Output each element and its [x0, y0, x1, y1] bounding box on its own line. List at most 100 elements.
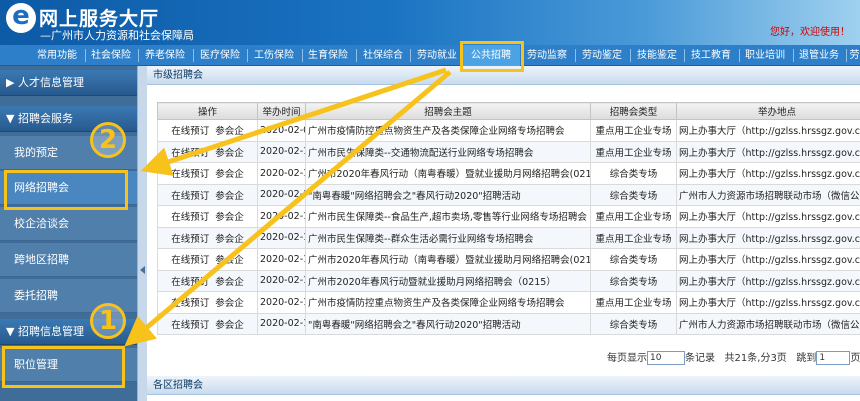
nav-maternity[interactable]: 生育保险: [305, 45, 351, 66]
book-online-link[interactable]: 在线预订: [171, 126, 209, 137]
per-page-label: 每页显示: [607, 353, 647, 364]
cell-theme: 广州市2020年春风行动（南粤春暖）暨就业援助月网络招聘会(0212): [305, 162, 591, 185]
join-company-link[interactable]: 参会企: [215, 212, 244, 223]
sidebar-splitter[interactable]: [137, 66, 147, 401]
cell-theme: "南粤春暖"网络招聘会之"春风行动2020"招聘活动: [305, 183, 591, 206]
nav-public-recruitment[interactable]: 公共招聘: [462, 45, 520, 66]
nav-common[interactable]: 常用功能: [32, 45, 82, 66]
book-online-link[interactable]: 在线预订: [171, 320, 209, 331]
cell-place: 网上办事大厅（http://gzlss.hrssgz.gov.cn/cas: [676, 269, 860, 292]
book-online-link[interactable]: 在线预订: [171, 277, 209, 288]
cell-date: 2020-02-19: [257, 312, 306, 335]
jump-label: 跳到: [796, 353, 817, 364]
book-online-link[interactable]: 在线预订: [171, 148, 209, 159]
top-nav: 常用功能 社会保险 养老保险 医疗保险 工伤保险 生育保险 社保综合 劳动就业 …: [0, 45, 860, 66]
join-company-link[interactable]: 参会企: [215, 169, 244, 180]
table-row: 在线预订参会企 2020-02-19"南粤春暖"网络招聘会之"春风行动2020"招…: [157, 312, 860, 335]
logo-e-icon: e: [6, 3, 36, 33]
book-online-link[interactable]: 在线预订: [171, 255, 209, 266]
nav-technical-education[interactable]: 技工教育: [688, 45, 734, 66]
cell-date: 2020-02-15: [257, 269, 306, 292]
join-company-link[interactable]: 参会企: [215, 234, 244, 245]
cell-theme: "南粤春暖"网络招聘会之"春风行动2020"招聘活动: [305, 312, 591, 335]
join-company-link[interactable]: 参会企: [215, 320, 244, 331]
sidebar-item-position-manage[interactable]: 职位管理: [0, 348, 137, 382]
nav-work-injury[interactable]: 工伤保险: [251, 45, 297, 66]
table-row: 在线预订参会企2020-02-12"南粤春暖"网络招聘会之"春风行动2020"招…: [157, 183, 860, 206]
collapse-arrow-icon[interactable]: [140, 266, 145, 274]
step-badge-2: 2: [90, 122, 126, 158]
cell-date: 2020-02-18: [257, 291, 306, 314]
cell-theme: 广州市民生保障类--群众生活必需行业网络专场招聘会: [305, 226, 591, 249]
app-header: e 网上服务大厅 —广州市人力资源和社会保障局 您好，欢迎使用！: [0, 0, 860, 45]
cell-action: 在线预订 参会企: [157, 205, 258, 228]
step-badge-1: 1: [90, 303, 126, 339]
sidebar-item-cross-region[interactable]: 跨地区招聘: [0, 243, 137, 277]
book-online-link[interactable]: 在线预订: [171, 169, 209, 180]
col-action: 操作: [157, 102, 258, 120]
sidebar-item-school-enterprise[interactable]: 校企洽谈会: [0, 207, 137, 241]
cell-type: 重点用工企业专场: [590, 140, 677, 163]
cell-type: 重点用工企业专场: [590, 205, 677, 228]
nav-social-insurance[interactable]: 社会保险: [88, 45, 134, 66]
sidebar-section-talent-info[interactable]: ▶ 人才信息管理: [0, 70, 137, 96]
cell-action: 在线预订 参会企: [157, 140, 258, 163]
cell-place: 网上办事大厅（http://gzlss.hrssgz.gov.cn/cas: [676, 226, 860, 249]
nav-employment[interactable]: 劳动就业: [414, 45, 460, 66]
join-company-link[interactable]: 参会企: [215, 126, 244, 137]
cell-type: 综合类专场: [590, 312, 677, 335]
sidebar-item-online-job-fair[interactable]: 网络招聘会: [0, 171, 137, 205]
join-company-link[interactable]: 参会企: [215, 277, 244, 288]
cell-type: 重点用工企业专场: [590, 291, 677, 314]
cell-action: 在线预订 参会企: [157, 183, 258, 206]
cell-type: 综合类专场: [590, 162, 677, 185]
cell-type: 重点用工企业专场: [590, 119, 677, 142]
nav-more[interactable]: 劳: [849, 45, 860, 66]
cell-type: 综合类专场: [590, 183, 677, 206]
cell-theme: 广州市2020年春风行动（南粤春暖）暨就业援助月网络招聘会(0214): [305, 248, 591, 271]
book-online-link[interactable]: 在线预订: [171, 212, 209, 223]
cell-date: 2020-02-14: [257, 248, 306, 271]
nav-medical[interactable]: 医疗保险: [197, 45, 243, 66]
nav-social-general[interactable]: 社保综合: [360, 45, 406, 66]
table-row: 在线预订参会企2020-02-11广州市民生保障类--交通物流配送行业网络专场招…: [157, 140, 860, 163]
sidebar: ▶ 人才信息管理 ▼ 招聘会服务 我的预定 网络招聘会 校企洽谈会 跨地区招聘 …: [0, 66, 137, 401]
cell-action: 在线预订 参会企: [157, 248, 258, 271]
table-row: 在线预订参会企2020-02-14广州市2020年春风行动（南粤春暖）暨就业援助…: [157, 248, 860, 271]
jump-page-input[interactable]: 1: [816, 351, 851, 365]
cell-theme: 广州市疫情防控重点物资生产及各类保障企业网络专场招聘会: [305, 119, 591, 142]
nav-labor-appraisal[interactable]: 劳动鉴定: [579, 45, 625, 66]
nav-pension[interactable]: 养老保险: [142, 45, 188, 66]
cell-date: 2020-02-08: [257, 119, 306, 142]
join-company-link[interactable]: 参会企: [215, 255, 244, 266]
panel-title-district: 各区招聘会: [147, 376, 860, 395]
cell-place: 广州市人力资源市场招聘联动市场（微信公众号: [676, 312, 860, 335]
cell-place: 网上办事大厅（http://gzlss.hrssgz.gov.cn/cas: [676, 162, 860, 185]
cell-action: 在线预订 参会企: [157, 269, 258, 292]
cell-action: 在线预订 参会企: [157, 291, 258, 314]
cell-date: 2020-02-11: [257, 140, 306, 163]
cell-place: 网上办事大厅（http://gzlss.hrssgz.gov.cn/cas: [676, 248, 860, 271]
per-page-input[interactable]: 10: [647, 351, 685, 365]
nav-vocational-training[interactable]: 职业培训: [742, 45, 788, 66]
join-company-link[interactable]: 参会企: [215, 148, 244, 159]
cell-place: 网上办事大厅（http://gzlss.hrssgz.gov.cn/cas: [676, 140, 860, 163]
col-date: 举办时间: [257, 102, 306, 120]
cell-type: 综合类专场: [590, 269, 677, 292]
table-row: 在线预订参会企2020-02-13广州市民生保障类--群众生活必需行业网络专场招…: [157, 226, 860, 249]
nav-retirement[interactable]: 退管业务: [796, 45, 842, 66]
cell-place: 网上办事大厅（http://gzlss.hrssgz.gov.cn/cas: [676, 205, 860, 228]
book-online-link[interactable]: 在线预订: [171, 298, 209, 309]
cell-place: 广州市人力资源市场招聘联动市场（微信公众号: [676, 183, 860, 206]
book-online-link[interactable]: 在线预订: [171, 191, 209, 202]
book-online-link[interactable]: 在线预订: [171, 234, 209, 245]
app-subtitle: —广州市人力资源和社会保障局: [40, 29, 194, 42]
cell-action: 在线预订 参会企: [157, 226, 258, 249]
records-label: 条记录: [685, 353, 715, 364]
join-company-link[interactable]: 参会企: [215, 191, 244, 202]
cell-action: 在线预订 参会企: [157, 119, 258, 142]
nav-skill-appraisal[interactable]: 技能鉴定: [634, 45, 680, 66]
cell-date: 2020-02-12: [257, 205, 306, 228]
join-company-link[interactable]: 参会企: [215, 298, 244, 309]
nav-labor-supervision[interactable]: 劳动监察: [524, 45, 570, 66]
